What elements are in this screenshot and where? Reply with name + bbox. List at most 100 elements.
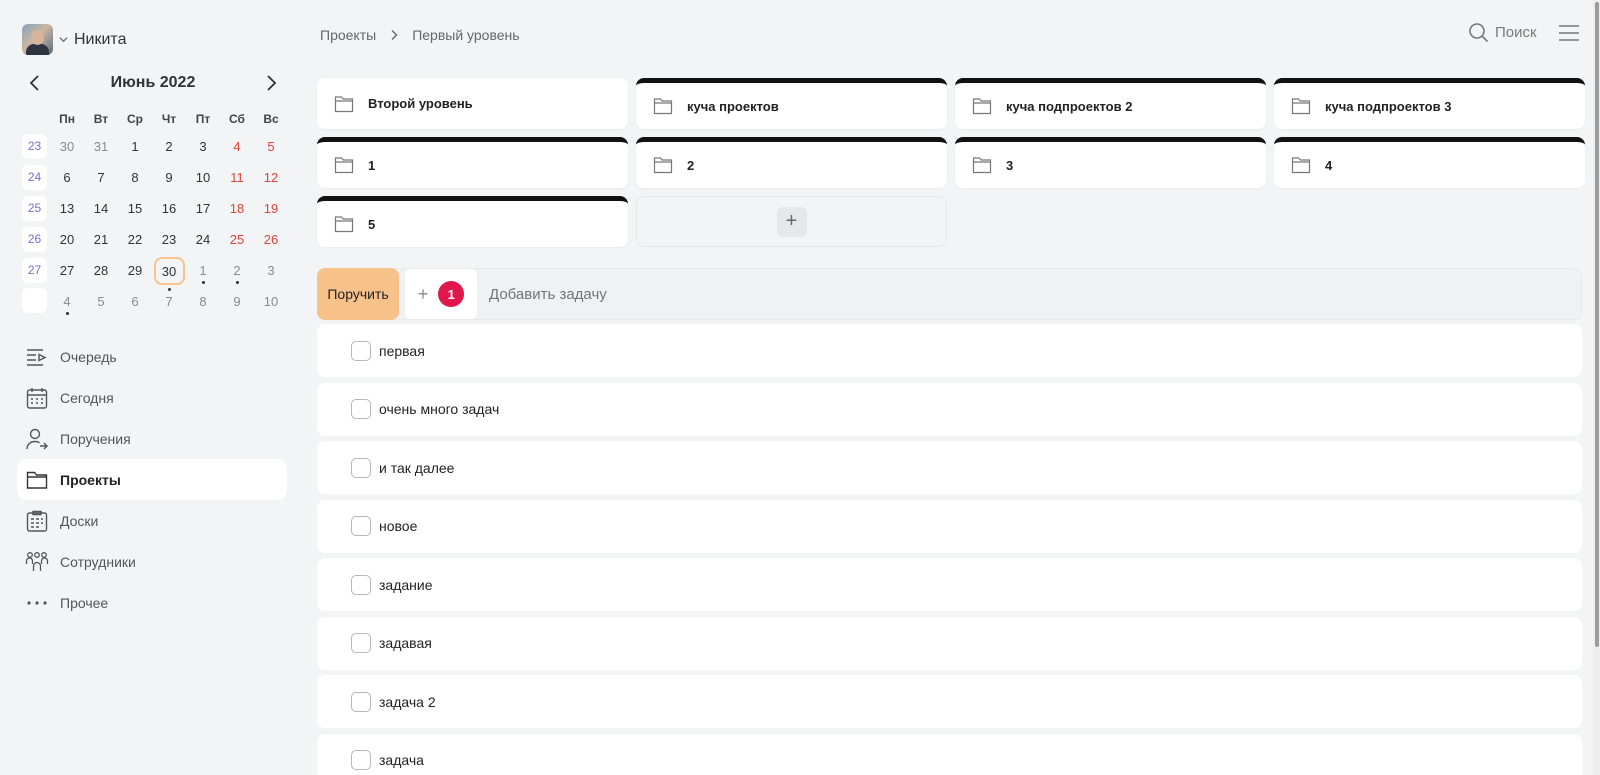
- calendar-day[interactable]: 25: [220, 232, 254, 247]
- calendar-day[interactable]: 15: [118, 201, 152, 216]
- calendar-grid: Пн Вт Ср Чт Пт Сб Вс 23 30 31 1 2 3 4 5 …: [21, 107, 288, 317]
- add-task-button[interactable]: + 1: [405, 269, 477, 319]
- project-card[interactable]: куча подпроектов 3: [1274, 78, 1585, 129]
- calendar-day[interactable]: 5: [254, 139, 288, 154]
- project-card[interactable]: 5: [317, 196, 628, 247]
- task-checkbox[interactable]: [351, 691, 371, 712]
- task-checkbox[interactable]: [351, 516, 371, 536]
- task-checkbox[interactable]: [351, 574, 371, 595]
- task-row[interactable]: и так далее: [317, 441, 1582, 494]
- calendar-day[interactable]: 12: [254, 170, 288, 185]
- week-number[interactable]: 25: [21, 196, 48, 221]
- calendar-day[interactable]: 1: [186, 263, 220, 284]
- task-title: задавая: [379, 635, 432, 651]
- calendar-day[interactable]: 13: [50, 201, 84, 216]
- calendar-next-button[interactable]: [258, 70, 284, 96]
- task-checkbox[interactable]: [351, 633, 371, 653]
- calendar-day[interactable]: 9: [152, 170, 186, 185]
- task-row[interactable]: задача 2: [317, 675, 1582, 728]
- breadcrumb: Проекты Первый уровень: [320, 27, 520, 43]
- sidebar-item-projects[interactable]: Проекты: [17, 459, 287, 500]
- plus-icon: +: [417, 283, 429, 304]
- calendar-day[interactable]: 11: [220, 170, 254, 185]
- calendar-day[interactable]: 6: [118, 294, 152, 309]
- scrollbar-thumb[interactable]: [1595, 2, 1599, 647]
- calendar-day[interactable]: 5: [84, 294, 118, 309]
- project-card[interactable]: куча проектов: [636, 78, 947, 129]
- calendar-day[interactable]: 2: [152, 139, 186, 154]
- calendar-day[interactable]: 26: [254, 232, 288, 247]
- add-project-button[interactable]: +: [636, 196, 947, 247]
- project-card[interactable]: 1: [317, 137, 628, 188]
- calendar-day[interactable]: 31: [84, 139, 118, 154]
- calendar-day[interactable]: 6: [50, 170, 84, 185]
- task-checkbox[interactable]: [351, 340, 371, 361]
- calendar-week: 24 6 7 8 9 10 11 12: [21, 162, 288, 193]
- week-number[interactable]: [21, 287, 48, 316]
- project-card[interactable]: 2: [636, 137, 947, 188]
- calendar-day[interactable]: 21: [84, 232, 118, 247]
- search-icon: [1469, 23, 1489, 43]
- calendar-prev-button[interactable]: [22, 70, 48, 96]
- avatar[interactable]: [22, 24, 53, 55]
- search-button[interactable]: Поиск: [1468, 22, 1537, 43]
- calendar-day[interactable]: 1: [118, 139, 152, 154]
- calendar-day[interactable]: 23: [152, 232, 186, 247]
- task-checkbox[interactable]: [351, 457, 371, 478]
- task-row[interactable]: первая: [317, 324, 1582, 377]
- add-task-input[interactable]: [489, 285, 1089, 303]
- calendar-day[interactable]: 28: [84, 263, 118, 278]
- task-row[interactable]: новое: [317, 499, 1582, 553]
- task-row[interactable]: задавая: [317, 616, 1582, 670]
- task-row[interactable]: задача: [317, 733, 1582, 775]
- calendar-day[interactable]: 16: [152, 201, 186, 216]
- calendar-day[interactable]: 7: [84, 170, 118, 185]
- calendar-day[interactable]: 18: [220, 201, 254, 216]
- calendar-day[interactable]: 4: [220, 139, 254, 154]
- project-card[interactable]: куча подпроектов 2: [955, 78, 1266, 129]
- calendar-day[interactable]: 29: [118, 263, 152, 278]
- breadcrumb-root[interactable]: Проекты: [320, 27, 376, 43]
- calendar-day[interactable]: 9: [220, 294, 254, 309]
- calendar-day[interactable]: 20: [50, 232, 84, 247]
- week-number[interactable]: 26: [21, 227, 48, 252]
- user-menu[interactable]: Никита: [22, 24, 126, 55]
- calendar-day[interactable]: 17: [186, 201, 220, 216]
- calendar-day[interactable]: 27: [50, 263, 84, 278]
- week-number[interactable]: 24: [21, 165, 48, 190]
- sidebar-item-more[interactable]: Прочее: [17, 582, 287, 623]
- calendar-day[interactable]: 3: [186, 139, 220, 154]
- calendar-day[interactable]: 24: [186, 232, 220, 247]
- task-checkbox[interactable]: [351, 399, 371, 419]
- calendar-day[interactable]: 4: [50, 294, 84, 315]
- assign-button[interactable]: Поручить: [317, 268, 399, 320]
- calendar-day[interactable]: 22: [118, 232, 152, 247]
- calendar-day[interactable]: 14: [84, 201, 118, 216]
- calendar-day[interactable]: 2: [220, 263, 254, 284]
- calendar-day[interactable]: 7: [152, 294, 186, 309]
- task-row[interactable]: задание: [317, 558, 1582, 611]
- calendar-day[interactable]: 8: [118, 170, 152, 185]
- sidebar-item-assignments[interactable]: Поручения: [17, 418, 287, 459]
- task-checkbox[interactable]: [351, 750, 371, 770]
- project-card[interactable]: 3: [955, 137, 1266, 188]
- sidebar-item-today[interactable]: Сегодня: [17, 377, 287, 418]
- hamburger-menu-icon[interactable]: [1557, 22, 1581, 44]
- calendar-day[interactable]: 10: [254, 294, 288, 309]
- sidebar-item-queue[interactable]: Очередь: [17, 336, 287, 377]
- calendar-day[interactable]: 30: [50, 139, 84, 154]
- calendar-day[interactable]: 8: [186, 294, 220, 309]
- calendar-day[interactable]: 3: [254, 263, 288, 278]
- calendar-day[interactable]: 19: [254, 201, 288, 216]
- week-number[interactable]: 23: [21, 134, 48, 159]
- calendar-day-today[interactable]: 30: [152, 256, 186, 291]
- folder-icon: [334, 157, 354, 174]
- calendar-day[interactable]: 10: [186, 170, 220, 185]
- sidebar-item-boards[interactable]: Доски: [17, 500, 287, 541]
- sidebar-item-employees[interactable]: Сотрудники: [17, 541, 287, 582]
- week-number[interactable]: 27: [21, 258, 48, 283]
- project-card[interactable]: 4: [1274, 137, 1585, 188]
- task-row[interactable]: очень много задач: [317, 382, 1582, 436]
- project-name: 2: [687, 157, 695, 173]
- project-card[interactable]: Второй уровень: [317, 78, 628, 129]
